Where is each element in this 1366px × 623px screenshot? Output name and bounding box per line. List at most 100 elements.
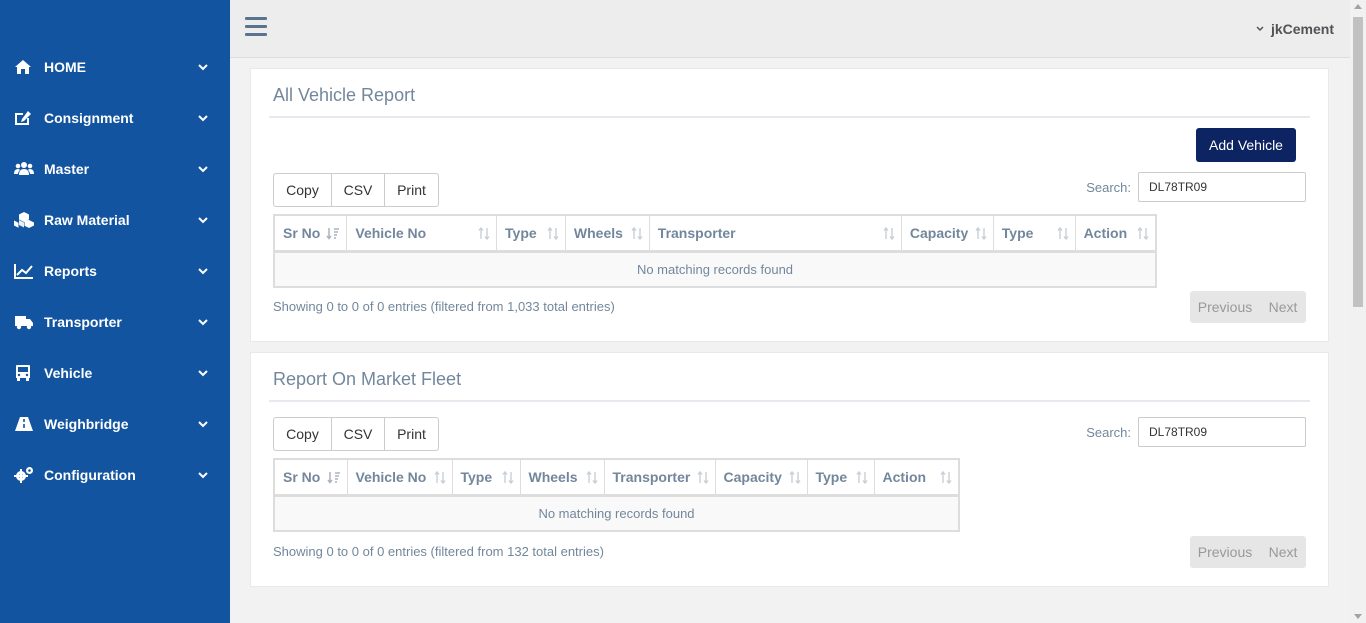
column-header-capacity[interactable]: Capacity bbox=[714, 458, 808, 497]
sidebar-item-raw-material[interactable]: Raw Material bbox=[0, 194, 230, 245]
print-button[interactable]: Print bbox=[385, 418, 438, 450]
previous-page-button[interactable]: Previous bbox=[1190, 291, 1260, 323]
sort-icon bbox=[501, 470, 514, 487]
sidebar-item-label: Reports bbox=[44, 262, 97, 279]
copy-button[interactable]: Copy bbox=[274, 418, 332, 450]
chevron-down-icon bbox=[198, 58, 208, 76]
users-icon bbox=[14, 160, 36, 178]
sort-icon bbox=[631, 226, 643, 243]
print-button[interactable]: Print bbox=[385, 174, 438, 206]
search-input[interactable] bbox=[1138, 417, 1306, 447]
vehicle-report-panel: All Vehicle Report Add Vehicle Copy CSV … bbox=[250, 68, 1329, 342]
table-header-row: Sr No Vehicle No Type Wheels Transporter… bbox=[273, 214, 1157, 253]
sidebar-item-weighbridge[interactable]: Weighbridge bbox=[0, 398, 230, 449]
search-label: Search: bbox=[1086, 424, 1131, 440]
sort-icon bbox=[975, 226, 987, 243]
sort-asc-icon bbox=[326, 227, 340, 243]
sidebar-item-label: Configuration bbox=[44, 466, 136, 483]
next-page-button[interactable]: Next bbox=[1260, 291, 1306, 323]
sidebar-item-label: Transporter bbox=[44, 313, 122, 330]
column-header-type[interactable]: Type bbox=[496, 214, 566, 253]
csv-button[interactable]: CSV bbox=[332, 174, 385, 206]
market-fleet-panel: Report On Market Fleet Copy CSV Print Se… bbox=[250, 352, 1329, 587]
top-navbar: jkCement bbox=[230, 0, 1350, 58]
sidebar-item-label: Weighbridge bbox=[44, 415, 129, 432]
column-header-transporter[interactable]: Transporter bbox=[603, 458, 716, 497]
sort-icon bbox=[1057, 226, 1069, 243]
column-header-action[interactable]: Action bbox=[873, 458, 960, 497]
sort-icon bbox=[883, 226, 895, 243]
column-header-type[interactable]: Type bbox=[451, 458, 521, 497]
edit-icon bbox=[14, 109, 36, 127]
sidebar-item-transporter[interactable]: Transporter bbox=[0, 296, 230, 347]
scroll-down-arrow-icon[interactable] bbox=[1354, 614, 1362, 619]
menu-toggle-icon[interactable] bbox=[245, 17, 267, 39]
scroll-up-arrow-icon[interactable] bbox=[1354, 4, 1362, 9]
table-header-row: Sr No Vehicle No Type Wheels Transporter… bbox=[273, 458, 960, 497]
chevron-down-icon bbox=[198, 364, 208, 382]
chevron-down-icon bbox=[198, 160, 208, 178]
search-input[interactable] bbox=[1138, 172, 1306, 202]
divider bbox=[269, 400, 1310, 402]
empty-table-message: No matching records found bbox=[274, 251, 1156, 287]
home-icon bbox=[14, 58, 36, 76]
sort-icon bbox=[696, 470, 709, 487]
table-row: No matching records found bbox=[274, 251, 1156, 287]
truck-icon bbox=[14, 313, 36, 331]
line-chart-icon bbox=[14, 262, 36, 280]
column-header-vehicle-no[interactable]: Vehicle No bbox=[346, 214, 498, 253]
road-icon bbox=[14, 415, 36, 433]
sort-icon bbox=[788, 470, 801, 487]
column-header-sr-no[interactable]: Sr No bbox=[273, 458, 348, 497]
pagination: Previous Next bbox=[1190, 291, 1306, 323]
column-header-action[interactable]: Action bbox=[1074, 214, 1157, 253]
column-header-type-2[interactable]: Type bbox=[806, 458, 875, 497]
table-info: Showing 0 to 0 of 0 entries (filtered fr… bbox=[273, 299, 615, 314]
search-box: Search: bbox=[1086, 172, 1306, 202]
table-row: No matching records found bbox=[274, 495, 959, 531]
add-vehicle-button[interactable]: Add Vehicle bbox=[1196, 128, 1296, 162]
copy-button[interactable]: Copy bbox=[274, 174, 332, 206]
sidebar-item-reports[interactable]: Reports bbox=[0, 245, 230, 296]
sort-icon bbox=[547, 226, 559, 243]
table-info: Showing 0 to 0 of 0 entries (filtered fr… bbox=[273, 544, 604, 559]
column-header-vehicle-no[interactable]: Vehicle No bbox=[346, 458, 453, 497]
sidebar-item-vehicle[interactable]: Vehicle bbox=[0, 347, 230, 398]
sidebar-item-home[interactable]: HOME bbox=[0, 41, 230, 92]
chevron-down-icon bbox=[198, 415, 208, 433]
sort-icon bbox=[855, 470, 868, 487]
sort-icon bbox=[478, 226, 490, 243]
sidebar-item-label: Master bbox=[44, 160, 90, 177]
sidebar-item-configuration[interactable]: Configuration bbox=[0, 449, 230, 500]
sort-icon bbox=[1137, 226, 1149, 243]
scrollbar-thumb[interactable] bbox=[1353, 17, 1363, 307]
column-header-wheels[interactable]: Wheels bbox=[519, 458, 605, 497]
sort-icon bbox=[940, 470, 952, 487]
sort-asc-icon bbox=[326, 471, 341, 487]
search-label: Search: bbox=[1086, 179, 1131, 195]
user-menu[interactable]: jkCement bbox=[1256, 21, 1334, 37]
column-header-transporter[interactable]: Transporter bbox=[648, 214, 902, 253]
chevron-down-icon bbox=[198, 211, 208, 229]
sidebar-item-label: Raw Material bbox=[44, 211, 130, 228]
user-name: jkCement bbox=[1270, 21, 1334, 37]
previous-page-button[interactable]: Previous bbox=[1190, 536, 1260, 568]
chevron-down-icon bbox=[198, 109, 208, 127]
sidebar-item-consignment[interactable]: Consignment bbox=[0, 92, 230, 143]
column-header-sr-no[interactable]: Sr No bbox=[273, 214, 348, 253]
chevron-down-icon bbox=[198, 262, 208, 280]
panel-title: Report On Market Fleet bbox=[273, 369, 462, 389]
next-page-button[interactable]: Next bbox=[1260, 536, 1306, 568]
sidebar-item-label: HOME bbox=[44, 58, 86, 75]
column-header-type-2[interactable]: Type bbox=[992, 214, 1076, 253]
sidebar-item-label: Vehicle bbox=[44, 364, 93, 381]
page-scrollbar[interactable] bbox=[1350, 0, 1366, 623]
sidebar-item-master[interactable]: Master bbox=[0, 143, 230, 194]
sidebar: HOME Consignment Master Raw Material Rep… bbox=[0, 0, 230, 623]
csv-button[interactable]: CSV bbox=[332, 418, 385, 450]
vehicle-table: Sr No Vehicle No Type Wheels Transporter… bbox=[273, 214, 1157, 288]
divider bbox=[269, 116, 1310, 118]
column-header-wheels[interactable]: Wheels bbox=[564, 214, 650, 253]
column-header-capacity[interactable]: Capacity bbox=[900, 214, 994, 253]
empty-table-message: No matching records found bbox=[274, 495, 959, 531]
